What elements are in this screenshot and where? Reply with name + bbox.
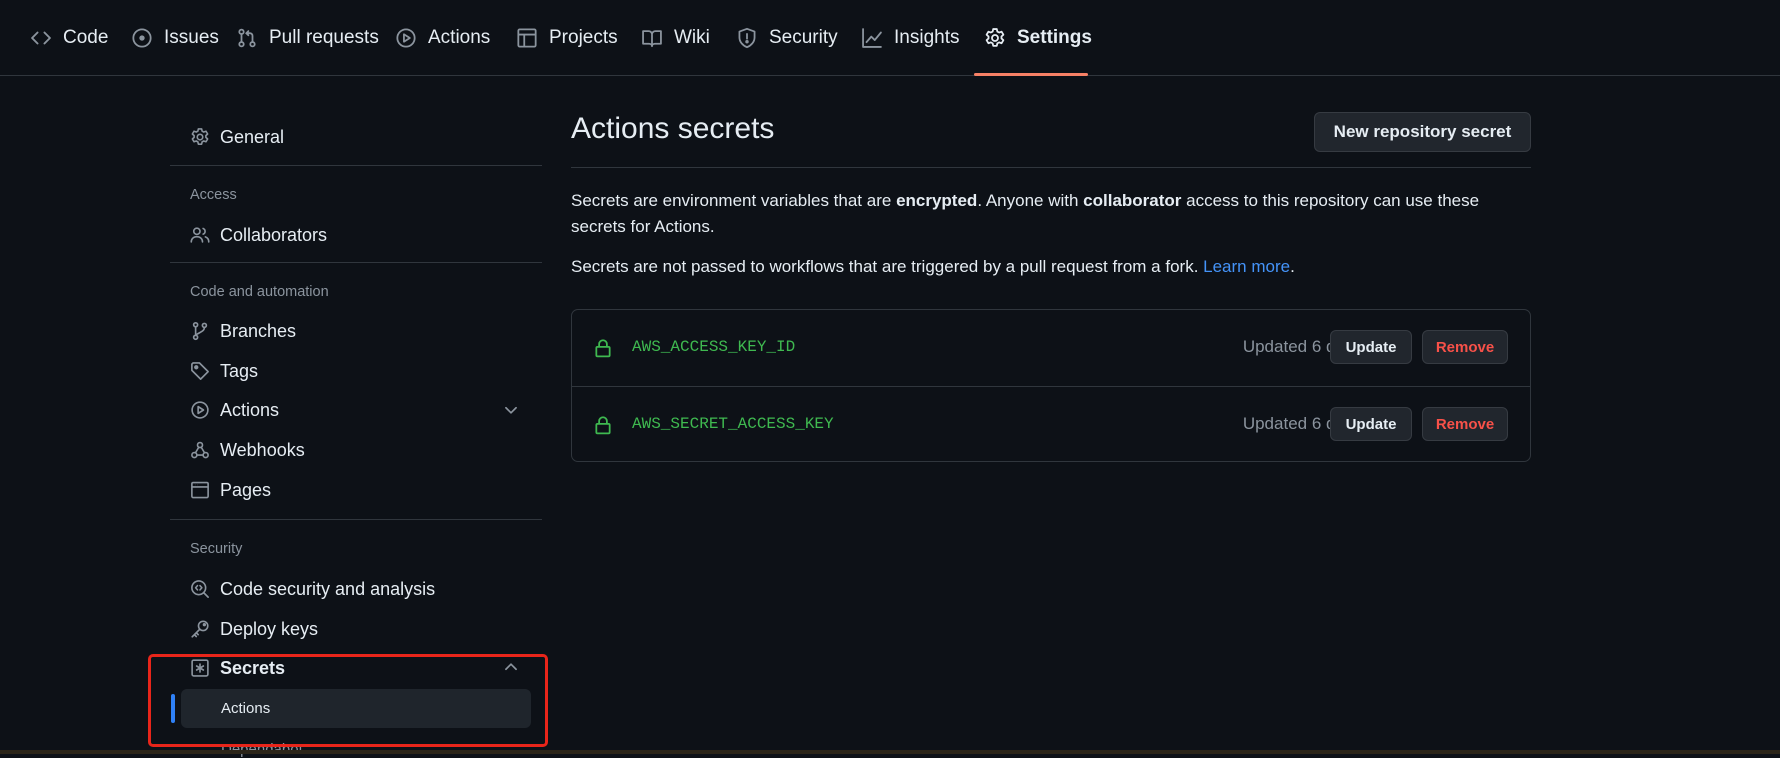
text: Secrets are environment variables that a… [571,191,897,210]
sidebar-item-webhooks[interactable]: Webhooks [190,435,305,465]
sidebar-item-label: Actions [220,399,280,420]
text: Secrets are not passed to workflows that… [571,257,1204,276]
sidebar-item-label: Branches [220,320,297,341]
learn-more-link[interactable]: Learn more [1203,257,1290,276]
update-button[interactable]: Update [1330,407,1412,441]
tab-label: Wiki [674,27,710,48]
issue-circle-icon [131,27,153,49]
sidebar-heading-security: Security [190,541,243,557]
shield-icon [736,27,758,49]
tab-label: Issues [164,27,219,48]
key-icon [190,619,210,639]
sidebar-item-branches[interactable]: Branches [190,316,296,346]
secrets-list: AWS_ACCESS_KEY_ID Updated 6 days ago Upd… [571,309,1531,462]
browser-icon [190,480,210,500]
secret-name: AWS_ACCESS_KEY_ID [632,338,796,356]
chevron-down-icon[interactable] [502,401,520,419]
sidebar-item-label: Tags [220,360,259,381]
sidebar-divider [170,165,542,166]
tab-code[interactable]: Code [30,0,108,76]
remove-button[interactable]: Remove [1422,407,1508,441]
secret-row: AWS_SECRET_ACCESS_KEY Updated 6 days ago… [572,386,1530,462]
lock-icon [594,415,612,435]
webhook-icon [190,440,210,460]
tab-projects[interactable]: Projects [516,0,618,76]
play-icon [190,400,210,420]
tab-label: Insights [894,27,960,48]
tab-label: Code [63,27,109,48]
tab-wiki[interactable]: Wiki [641,0,710,76]
active-tab-underline [974,73,1088,76]
title-divider [571,167,1531,168]
fork-note: Secrets are not passed to workflows that… [571,254,1511,280]
sidebar-item-tags[interactable]: Tags [190,356,258,386]
tag-icon [190,361,210,381]
sidebar-item-label: Deploy keys [220,618,319,639]
sidebar-item-code-security[interactable]: Code security and analysis [190,574,435,604]
secrets-description: Secrets are environment variables that a… [571,188,1511,240]
lock-icon [594,338,612,358]
book-icon [641,27,663,49]
graph-icon [861,27,883,49]
text-bold: encrypted [896,191,978,210]
sidebar-item-label: General [220,126,285,147]
people-icon [190,225,210,245]
sidebar-divider [170,519,542,520]
code-icon [30,27,52,49]
tab-security[interactable]: Security [736,0,838,76]
update-button[interactable]: Update [1330,330,1412,364]
tab-label: Settings [1017,27,1092,48]
sidebar-heading-code-automation: Code and automation [190,284,329,300]
sidebar-divider [170,262,542,263]
sidebar-item-label: Webhooks [220,439,305,460]
page-title: Actions secrets [571,112,775,145]
tab-pull-requests[interactable]: Pull requests [236,0,379,76]
tab-actions[interactable]: Actions [395,0,490,76]
repo-nav: Code Issues Pull requests Actions Projec… [0,0,1780,76]
sidebar-item-collaborators[interactable]: Collaborators [190,220,327,250]
secret-name: AWS_SECRET_ACCESS_KEY [632,415,834,433]
tab-settings[interactable]: Settings [984,0,1092,76]
tab-label: Projects [549,27,618,48]
secret-row: AWS_ACCESS_KEY_ID Updated 6 days ago Upd… [572,310,1530,385]
bottom-edge-strip [0,750,1780,754]
gear-icon [984,27,1006,49]
sidebar-item-label: Collaborators [220,224,328,245]
gear-icon [190,127,210,147]
sidebar-item-deploy-keys[interactable]: Deploy keys [190,614,318,644]
text: . [1290,257,1295,276]
annotation-highlight-box [148,654,548,747]
sidebar-item-label: Code security and analysis [220,578,436,599]
codescan-icon [190,579,210,599]
sidebar-item-actions[interactable]: Actions [190,395,279,425]
tab-label: Pull requests [269,27,379,48]
play-icon [395,27,417,49]
text-bold: collaborator [1083,191,1182,210]
sidebar-item-pages[interactable]: Pages [190,475,271,505]
sidebar-item-general[interactable]: General [190,122,284,152]
tab-insights[interactable]: Insights [861,0,959,76]
pull-request-icon [236,27,258,49]
sidebar-item-label: Pages [220,479,272,500]
tab-label: Security [769,27,838,48]
remove-button[interactable]: Remove [1422,330,1508,364]
table-icon [516,27,538,49]
tab-issues[interactable]: Issues [131,0,219,76]
branch-icon [190,321,210,341]
sidebar-heading-access: Access [190,187,237,203]
text: . Anyone with [977,191,1084,210]
tab-label: Actions [428,27,491,48]
new-repository-secret-button[interactable]: New repository secret [1314,112,1531,152]
